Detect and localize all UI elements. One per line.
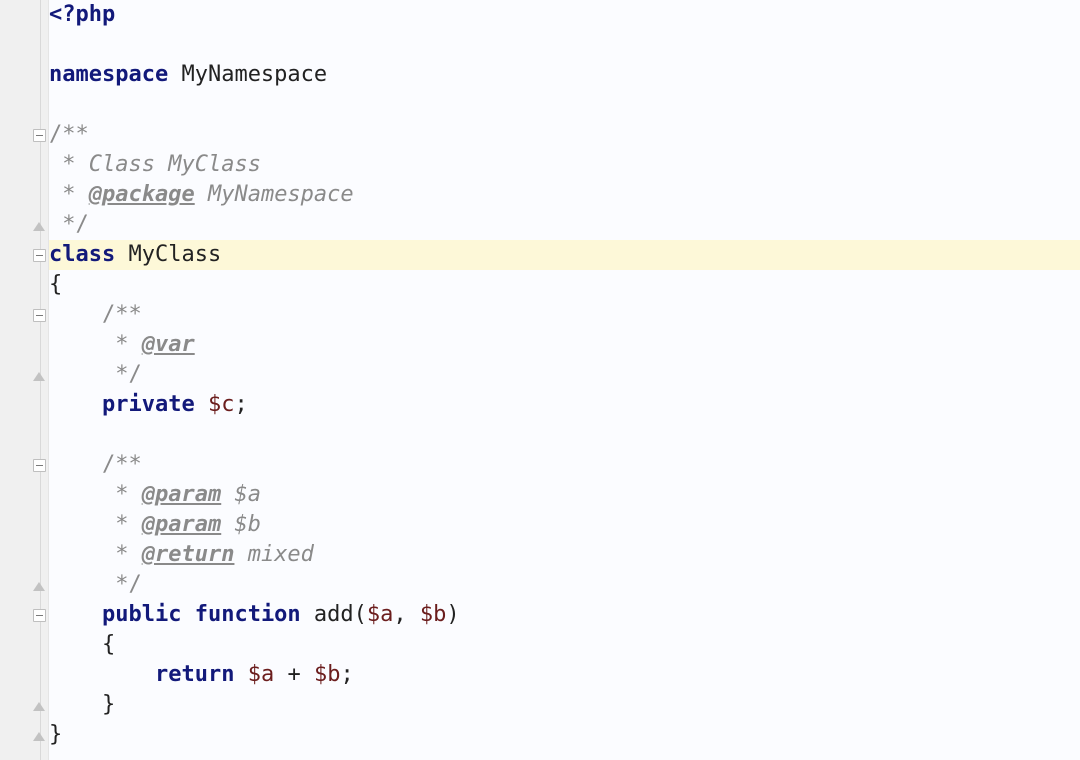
brace-open: { [49,272,62,297]
doctag-param: @param [142,482,221,507]
variable-c: $c [195,392,235,417]
fold-end-icon[interactable] [33,582,45,591]
indent [49,692,102,717]
code-line[interactable]: * @package MyNamespace [49,180,1080,210]
variable-a: $a [248,662,275,687]
code-line[interactable]: <?php [49,0,1080,30]
fold-collapse-icon[interactable] [33,609,46,622]
code-line[interactable]: } [49,720,1080,750]
namespace-name: MyNamespace [168,62,327,87]
fold-collapse-icon[interactable] [33,309,46,322]
private-keyword: private [102,392,195,417]
code-line[interactable]: */ [49,360,1080,390]
code-line[interactable]: * Class MyClass [49,150,1080,180]
code-line-blank[interactable] [49,420,1080,450]
fold-collapse-icon[interactable] [33,459,46,472]
semicolon: ; [234,392,247,417]
code-line[interactable]: namespace MyNamespace [49,60,1080,90]
docblock-star: * [102,512,142,537]
function-name: add [301,602,354,627]
semicolon: ; [340,662,353,687]
indent [49,572,102,597]
doctag-value: $a [221,482,261,507]
code-line[interactable]: return $a + $b; [49,660,1080,690]
paren-open: ( [354,602,367,627]
doctag-return: @return [142,542,235,567]
fold-end-icon[interactable] [33,222,45,231]
doctag-package: @package [89,182,195,207]
plus-operator: + [274,662,314,687]
indent [49,662,155,687]
indent [49,632,102,657]
php-open-tag: <?php [49,2,115,27]
code-line[interactable]: * @param $a [49,480,1080,510]
brace-close: } [102,692,115,717]
comma: , [393,602,420,627]
doctag-value: $b [221,512,261,537]
indent [49,602,102,627]
doctag-value: MyNamespace [195,182,354,207]
docblock-text: Class MyClass [89,152,261,177]
variable-b: $b [314,662,341,687]
class-name: MyClass [115,242,221,267]
indent [49,332,102,357]
gutter [0,0,49,760]
indent [49,512,102,537]
brace-open: { [102,632,115,657]
docblock-close: */ [49,212,89,237]
code-editor[interactable]: <?php namespace MyNamespace /** * Class … [0,0,1080,760]
code-line[interactable]: { [49,270,1080,300]
code-line-blank[interactable] [49,90,1080,120]
doctag-var: @var [142,332,195,357]
docblock-star: * [102,332,142,357]
code-line[interactable]: private $c; [49,390,1080,420]
code-line[interactable]: */ [49,570,1080,600]
function-keyword: function [181,602,300,627]
indent [49,302,102,327]
fold-end-icon[interactable] [33,372,45,381]
public-keyword: public [102,602,181,627]
doctag-param: @param [142,512,221,537]
code-line[interactable]: */ [49,210,1080,240]
code-line[interactable]: /** [49,120,1080,150]
docblock-open: /** [49,122,89,147]
docblock-star: * [102,542,142,567]
code-line-current[interactable]: class MyClass [49,240,1080,270]
fold-end-icon[interactable] [33,732,45,741]
code-line-blank[interactable] [49,30,1080,60]
docblock-close: */ [102,572,142,597]
fold-end-icon[interactable] [33,702,45,711]
code-line[interactable]: /** [49,450,1080,480]
indent [49,362,102,387]
code-line[interactable]: * @var [49,330,1080,360]
code-line[interactable]: * @return mixed [49,540,1080,570]
fold-collapse-icon[interactable] [33,129,46,142]
param-b: $b [420,602,447,627]
paren-close: ) [446,602,459,627]
code-line[interactable]: { [49,630,1080,660]
param-a: $a [367,602,394,627]
docblock-star: * [49,152,89,177]
doctag-value: mixed [234,542,313,567]
docblock-star: * [102,482,142,507]
namespace-keyword: namespace [49,62,168,87]
return-keyword: return [155,662,234,687]
code-line[interactable]: * @param $b [49,510,1080,540]
code-line[interactable]: public function add($a, $b) [49,600,1080,630]
fold-collapse-icon[interactable] [33,249,46,262]
code-area[interactable]: <?php namespace MyNamespace /** * Class … [49,0,1080,760]
brace-close: } [49,722,62,747]
class-keyword: class [49,242,115,267]
code-line[interactable]: /** [49,300,1080,330]
indent [49,452,102,477]
indent [49,392,102,417]
space [234,662,247,687]
docblock-close: */ [102,362,142,387]
docblock-star: * [49,182,89,207]
docblock-open: /** [102,302,142,327]
indent [49,542,102,567]
code-line[interactable]: } [49,690,1080,720]
docblock-open: /** [102,452,142,477]
indent [49,482,102,507]
